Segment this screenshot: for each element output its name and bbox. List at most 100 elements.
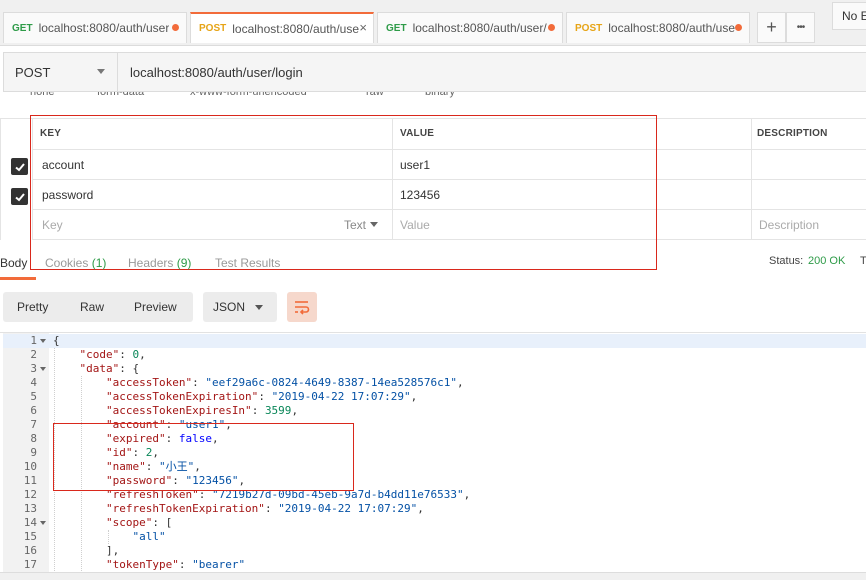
- cookies-label: Cookies: [45, 256, 89, 270]
- code-token: ,: [225, 418, 232, 431]
- code-text: "data": {: [53, 362, 140, 376]
- body-type-binary[interactable]: binary: [425, 92, 455, 98]
- tab-body[interactable]: Body: [0, 256, 27, 270]
- environment-label: No E: [842, 9, 866, 23]
- line-number: 2: [30, 348, 37, 361]
- pretty-button[interactable]: Pretty: [17, 300, 48, 314]
- request-tab-bar: GET localhost:8080/auth/user POST localh…: [0, 0, 866, 46]
- code-line: 5 "accessTokenExpiration": "2019-04-22 1…: [0, 390, 866, 404]
- wrap-lines-button[interactable]: [287, 292, 317, 322]
- response-body-editor[interactable]: 1{2 "code": 0, 3 "data": {4 "accessToken"…: [0, 332, 866, 572]
- new-description-input[interactable]: Description: [751, 210, 866, 240]
- preview-button[interactable]: Preview: [134, 300, 177, 314]
- view-mode-group: Pretty Raw Preview: [3, 292, 193, 322]
- code-line: 8 "expired": false,: [0, 432, 866, 446]
- unsaved-dot-icon: [735, 24, 742, 31]
- param-description[interactable]: [751, 150, 866, 180]
- code-text: "accessToken": "eef29a6c-0824-4649-8387-…: [53, 376, 464, 390]
- new-key-input[interactable]: Key Text: [32, 210, 392, 240]
- row-checkbox[interactable]: [11, 188, 28, 205]
- key-placeholder: Key: [42, 217, 63, 232]
- code-text: ],: [53, 544, 119, 558]
- code-token: :: [165, 432, 179, 445]
- format-select[interactable]: JSON: [203, 292, 277, 322]
- param-value[interactable]: 123456: [392, 180, 751, 210]
- close-tab-icon[interactable]: ×: [359, 20, 367, 35]
- body-type-urlencoded[interactable]: x-www-form-urlencoded: [190, 92, 307, 98]
- horizontal-scrollbar[interactable]: [0, 572, 866, 580]
- chevron-down-icon: [370, 222, 378, 227]
- fold-toggle-icon[interactable]: [40, 339, 46, 343]
- raw-button[interactable]: Raw: [80, 300, 104, 314]
- code-text: "tokenType": "bearer": [53, 558, 245, 572]
- body-type-raw[interactable]: raw: [366, 92, 384, 98]
- request-tab-3[interactable]: GET localhost:8080/auth/user/: [377, 12, 563, 43]
- code-token: "accessToken": [105, 376, 193, 389]
- method-select[interactable]: POST: [3, 52, 118, 92]
- body-type-form-data[interactable]: form-data: [97, 92, 144, 98]
- line-number: 10: [23, 460, 37, 473]
- code-token: ],: [53, 544, 120, 557]
- code-text: "name": "小王",: [53, 460, 201, 474]
- row-checkbox[interactable]: [11, 158, 28, 175]
- code-token: false: [178, 432, 212, 445]
- code-token: "refreshToken": [105, 488, 199, 501]
- body-type-none[interactable]: none: [30, 92, 54, 98]
- fold-toggle-icon[interactable]: [40, 521, 46, 525]
- code-text: "scope": [: [53, 516, 172, 530]
- environment-select[interactable]: No E: [832, 2, 866, 30]
- code-token: ,: [238, 474, 246, 487]
- code-token: ,: [417, 502, 424, 515]
- tab-cookies[interactable]: Cookies (1): [45, 256, 106, 270]
- code-token: "eef29a6c-0824-4649-8387-14ea528576c1": [205, 376, 457, 389]
- add-tab-button[interactable]: +: [757, 12, 786, 43]
- param-key[interactable]: account: [32, 150, 392, 180]
- format-label: JSON: [213, 300, 246, 314]
- key-type-select[interactable]: Text: [344, 218, 378, 232]
- headers-count: (9): [176, 256, 192, 270]
- line-number: 14: [23, 516, 37, 529]
- code-text: "accessTokenExpiresIn": 3599,: [53, 404, 298, 418]
- fold-toggle-icon[interactable]: [40, 367, 46, 371]
- code-text: "id": 2,: [53, 446, 159, 460]
- request-tab-4[interactable]: POST localhost:8080/auth/use: [566, 12, 750, 43]
- line-number: 9: [30, 446, 37, 459]
- code-token: "123456": [185, 474, 239, 487]
- tab-method: POST: [575, 22, 603, 34]
- tab-url: localhost:8080/auth/use: [608, 21, 735, 35]
- code-token: ,: [211, 432, 219, 445]
- request-tab-1[interactable]: GET localhost:8080/auth/user: [3, 12, 187, 43]
- code-token: "小王": [158, 460, 195, 473]
- body-type-row: none form-data x-www-form-urlencoded raw…: [0, 92, 866, 106]
- tab-test-results[interactable]: Test Results: [215, 256, 280, 270]
- line-number: 5: [30, 390, 37, 403]
- code-token: :: [119, 348, 133, 361]
- unsaved-dot-icon: [172, 24, 179, 31]
- code-token: :: [172, 474, 186, 487]
- more-tabs-button[interactable]: •••: [786, 12, 815, 43]
- code-token: ,: [463, 488, 471, 501]
- code-text: "password": "123456",: [53, 474, 245, 488]
- code-text: "account": "user1",: [53, 418, 232, 432]
- code-line: 2 "code": 0,: [0, 348, 866, 362]
- param-value[interactable]: user1: [392, 150, 751, 180]
- request-tab-2[interactable]: POST localhost:8080/auth/use ×: [190, 12, 374, 43]
- code-line: 3 "data": {: [0, 362, 866, 376]
- param-key[interactable]: password: [32, 180, 392, 210]
- code-line: 13 "refreshTokenExpiration": "2019-04-22…: [0, 502, 866, 516]
- url-input[interactable]: localhost:8080/auth/user/login: [118, 52, 866, 92]
- tab-headers[interactable]: Headers (9): [128, 256, 191, 270]
- param-description[interactable]: [751, 180, 866, 210]
- more-dots-icon: •••: [796, 22, 805, 33]
- new-value-input[interactable]: Value: [392, 210, 751, 240]
- line-number: 17: [23, 558, 37, 571]
- grid-line: [32, 118, 33, 240]
- plus-icon: +: [766, 17, 777, 37]
